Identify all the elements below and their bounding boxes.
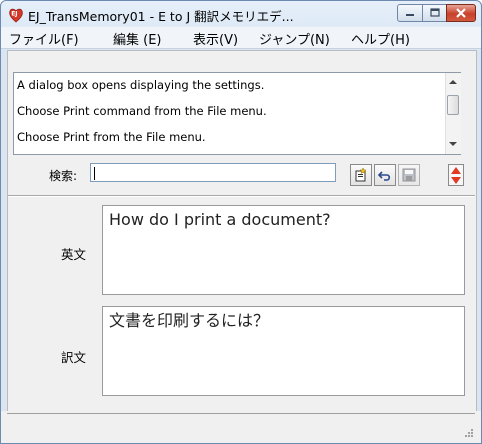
close-icon bbox=[456, 8, 466, 18]
scroll-thumb[interactable] bbox=[447, 95, 459, 115]
svg-text:EJ: EJ bbox=[11, 11, 17, 18]
scroll-up-icon[interactable] bbox=[449, 80, 457, 84]
menu-edit[interactable]: 編集 (E) bbox=[113, 29, 162, 48]
search-input[interactable] bbox=[90, 163, 336, 182]
menu-view[interactable]: 表示(V) bbox=[193, 29, 238, 48]
translation-label: 訳文 bbox=[61, 350, 87, 365]
resize-grip-icon[interactable] bbox=[463, 427, 473, 437]
app-window: EJ EJ_TransMemory01 - E to J 翻訳メモリエデ... … bbox=[0, 0, 482, 444]
results-list[interactable]: A dialog box opens displaying the settin… bbox=[13, 72, 461, 155]
scroll-down-icon[interactable] bbox=[449, 142, 457, 146]
title-bar[interactable]: EJ EJ_TransMemory01 - E to J 翻訳メモリエデ... bbox=[1, 1, 481, 27]
close-button[interactable] bbox=[446, 4, 476, 22]
menu-bar: ファイル(F) 編集 (E) 表示(V) ジャンプ(N) ヘルプ(H) bbox=[1, 27, 481, 49]
app-icon: EJ bbox=[9, 8, 23, 23]
text-caret bbox=[94, 167, 95, 180]
window-title: EJ_TransMemory01 - E to J 翻訳メモリエデ... bbox=[28, 9, 294, 24]
maximize-button[interactable] bbox=[422, 4, 447, 22]
list-scrollbar[interactable] bbox=[445, 73, 461, 154]
english-label: 英文 bbox=[61, 247, 87, 262]
undo-button[interactable] bbox=[374, 164, 396, 186]
search-label: 検索: bbox=[49, 169, 78, 183]
menu-file[interactable]: ファイル(F) bbox=[9, 29, 79, 48]
nav-spinner[interactable] bbox=[448, 164, 464, 186]
status-bar bbox=[1, 411, 481, 443]
list-item[interactable]: A dialog box opens displaying the settin… bbox=[17, 78, 264, 92]
english-text-field[interactable]: How do I print a document? bbox=[102, 205, 465, 295]
list-item[interactable]: Choose Print from the File menu. bbox=[17, 130, 206, 144]
new-entry-icon bbox=[355, 167, 367, 182]
list-item[interactable]: Choose Print command from the File menu. bbox=[17, 104, 267, 118]
menu-jump[interactable]: ジャンプ(N) bbox=[259, 29, 330, 48]
minimize-button[interactable] bbox=[397, 4, 423, 22]
undo-icon bbox=[377, 171, 391, 181]
next-arrow-icon[interactable] bbox=[451, 177, 461, 184]
new-entry-button[interactable] bbox=[350, 164, 372, 186]
maximize-icon bbox=[429, 8, 440, 17]
previous-arrow-icon[interactable] bbox=[451, 167, 461, 174]
save-button[interactable] bbox=[398, 164, 420, 186]
status-panel bbox=[7, 413, 475, 432]
translation-text-field[interactable]: 文書を印刷するには？ bbox=[102, 306, 465, 396]
divider-highlight bbox=[8, 196, 475, 197]
menu-help[interactable]: ヘルプ(H) bbox=[351, 29, 410, 48]
save-icon bbox=[402, 168, 416, 182]
minimize-icon bbox=[406, 14, 414, 16]
